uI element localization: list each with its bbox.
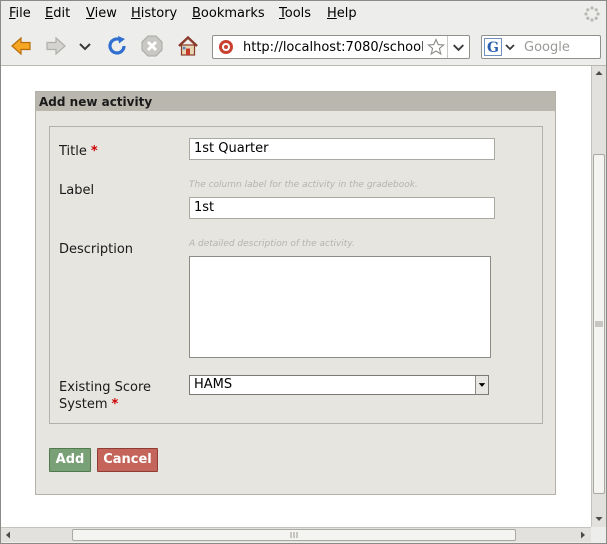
- reload-icon[interactable]: [105, 34, 129, 58]
- score-system-label: Existing Score System *: [59, 380, 152, 412]
- grip-icon: [595, 321, 603, 327]
- activity-fieldset: Title * 1st Quarter Label The column labe…: [49, 126, 543, 424]
- stop-icon[interactable]: [140, 34, 164, 58]
- add-button[interactable]: Add: [49, 448, 91, 472]
- description-label: Description: [59, 242, 134, 257]
- search-placeholder: Google: [524, 40, 570, 55]
- url-bar[interactable]: http://localhost:7080/schoolt: [212, 35, 470, 59]
- label-label: Label: [59, 183, 95, 198]
- cancel-button[interactable]: Cancel: [97, 448, 158, 472]
- menu-tools[interactable]: Tools: [279, 6, 311, 21]
- search-engine-icon[interactable]: G: [484, 38, 520, 56]
- menu-view[interactable]: View: [86, 6, 117, 21]
- chevron-down-icon[interactable]: [475, 376, 488, 394]
- search-bar[interactable]: G Google: [481, 35, 601, 59]
- menu-history[interactable]: History: [131, 6, 177, 21]
- description-hint: A detailed description of the activity.: [189, 239, 355, 249]
- throbber-icon: [584, 6, 600, 22]
- title-input[interactable]: 1st Quarter: [189, 138, 495, 160]
- panel-header: Add new activity: [36, 92, 555, 111]
- history-dropdown-icon[interactable]: [77, 34, 93, 58]
- scroll-up-icon[interactable]: [592, 66, 606, 80]
- back-arrow-icon[interactable]: [9, 34, 33, 58]
- forward-arrow-icon[interactable]: [44, 34, 68, 58]
- menu-help[interactable]: Help: [327, 6, 357, 21]
- dropdown-arrow-icon[interactable]: [447, 36, 469, 58]
- horizontal-scroll-thumb[interactable]: [72, 529, 516, 541]
- url-text[interactable]: http://localhost:7080/schoolt: [243, 40, 423, 55]
- scroll-left-icon[interactable]: [1, 528, 15, 542]
- score-system-value: HAMS: [194, 377, 233, 392]
- panel-title: Add new activity: [39, 95, 153, 109]
- add-activity-panel: Add new activity Title * 1st Quarter Labe…: [35, 91, 556, 495]
- scroll-down-icon[interactable]: [592, 512, 606, 526]
- label-hint: The column label for the activity in the…: [189, 180, 418, 190]
- search-engine-letter: G: [487, 40, 499, 56]
- menu-bar: File Edit View History Bookmarks Tools H…: [1, 1, 606, 27]
- site-favicon-icon: [219, 40, 233, 54]
- label-input[interactable]: 1st: [189, 197, 495, 219]
- score-system-select[interactable]: HAMS: [189, 375, 489, 395]
- title-label: Title *: [59, 144, 98, 159]
- page-content: Add new activity Title * 1st Quarter Labe…: [1, 66, 591, 527]
- navigation-toolbar: http://localhost:7080/schoolt G Google: [1, 27, 606, 66]
- scroll-right-icon[interactable]: [576, 528, 590, 542]
- menu-file[interactable]: File: [9, 6, 31, 21]
- grip-icon: [290, 532, 298, 538]
- menu-edit[interactable]: Edit: [45, 6, 70, 21]
- menu-bookmarks[interactable]: Bookmarks: [192, 6, 265, 21]
- bookmark-star-icon[interactable]: [427, 38, 445, 56]
- description-textarea[interactable]: [189, 256, 491, 358]
- vertical-scrollbar[interactable]: [591, 66, 606, 527]
- required-marker: *: [90, 144, 98, 159]
- scroll-corner: [591, 527, 606, 542]
- browser-window: File Edit View History Bookmarks Tools H…: [0, 0, 607, 544]
- home-icon[interactable]: [176, 34, 200, 58]
- vertical-scroll-thumb[interactable]: [593, 154, 605, 494]
- horizontal-scrollbar[interactable]: [1, 527, 591, 542]
- required-marker: *: [111, 397, 119, 412]
